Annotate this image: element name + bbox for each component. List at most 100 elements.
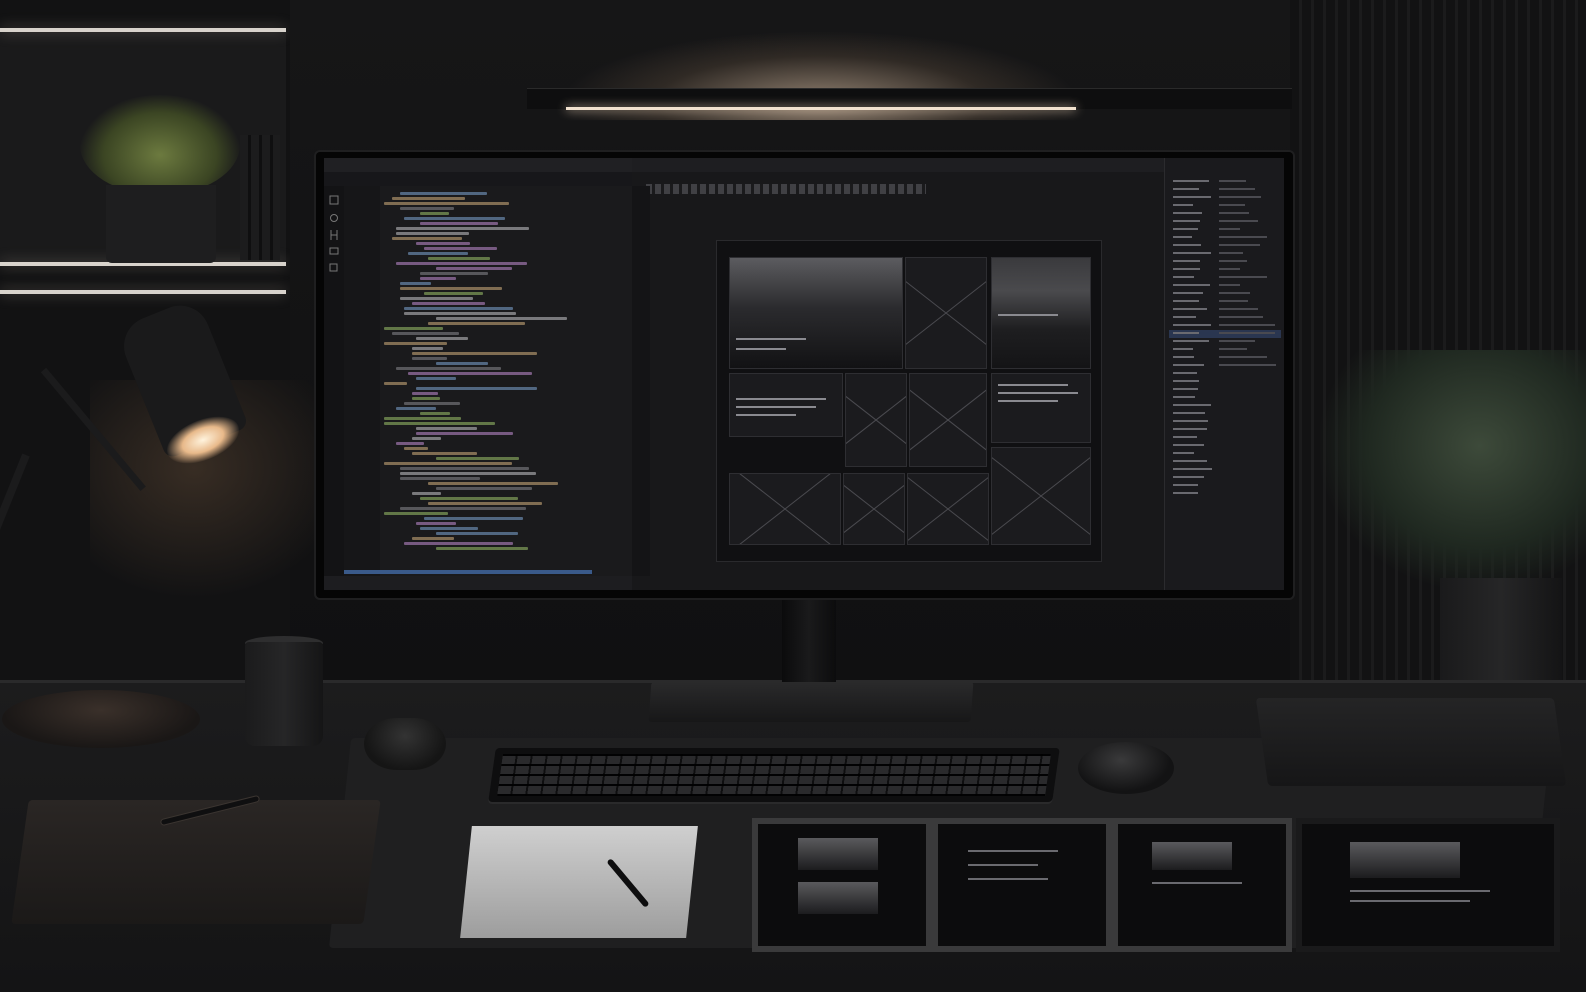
code-line	[428, 482, 558, 485]
activity-bar[interactable]	[324, 186, 344, 576]
code-editor-pane[interactable]	[324, 158, 633, 590]
inspector-value	[1219, 340, 1255, 342]
code-line	[384, 422, 495, 425]
code-line	[420, 277, 457, 280]
code-line	[416, 522, 457, 525]
inspector-row	[1173, 252, 1211, 254]
inspector-value	[1219, 228, 1241, 230]
shelf-plant	[80, 95, 240, 195]
inspector-row	[1173, 284, 1210, 286]
mug	[245, 642, 323, 746]
inspector-value	[1219, 268, 1241, 270]
shelf-books	[240, 135, 280, 260]
inspector-row	[1173, 188, 1199, 190]
tile-caption	[736, 348, 786, 350]
inspector-row	[1173, 244, 1202, 246]
shelf-light-top	[0, 28, 286, 32]
layout-canvas[interactable]	[716, 240, 1102, 562]
inspector-value	[1219, 244, 1261, 246]
code-line	[396, 442, 425, 445]
code-line	[412, 397, 440, 400]
code-line	[396, 227, 529, 230]
tile-placeholder[interactable]	[991, 447, 1091, 545]
code-line	[424, 292, 483, 295]
keyboard[interactable]	[488, 748, 1060, 802]
code-line	[428, 257, 491, 260]
monitor-stand-base	[648, 682, 974, 722]
inspector-pane[interactable]	[1164, 158, 1284, 590]
preview-tool-rail[interactable]	[632, 186, 650, 576]
code-line	[396, 232, 470, 235]
code-line	[392, 237, 463, 240]
inspector-value	[1219, 292, 1250, 294]
inspector-row	[1173, 372, 1198, 374]
code-line	[396, 407, 436, 410]
code-line	[404, 312, 516, 315]
inspector-row	[1173, 220, 1200, 222]
inspector-row	[1173, 276, 1194, 278]
code-line	[428, 322, 525, 325]
inspector-value	[1219, 324, 1276, 326]
tile-caption	[736, 338, 806, 340]
code-line	[384, 382, 407, 385]
inspector-value	[1219, 188, 1255, 190]
code-line	[384, 327, 443, 330]
inspector-row	[1173, 444, 1204, 446]
code-line	[416, 242, 470, 245]
code-line	[436, 457, 520, 460]
white-paper-sheet	[460, 826, 698, 938]
code-line	[436, 532, 518, 535]
inspector-row	[1173, 452, 1194, 454]
tile-placeholder[interactable]	[845, 373, 907, 467]
editor-titlebar	[324, 158, 632, 172]
inspector-row	[1173, 308, 1208, 310]
tile-mountain-photo[interactable]	[991, 257, 1091, 369]
tile-text-block[interactable]	[729, 373, 843, 437]
code-line	[404, 542, 513, 545]
code-area[interactable]	[384, 192, 624, 562]
tile-placeholder[interactable]	[907, 473, 989, 545]
inspector-row	[1173, 332, 1200, 334]
tile-text-block[interactable]	[991, 373, 1091, 443]
code-line	[416, 432, 513, 435]
design-preview-pane[interactable]	[632, 158, 1164, 590]
code-line	[436, 267, 513, 270]
inspector-value	[1219, 252, 1243, 254]
code-line	[416, 427, 477, 430]
code-line	[436, 317, 568, 320]
inspector-row	[1173, 492, 1199, 494]
inspector-row	[1173, 260, 1200, 262]
code-line	[420, 222, 499, 225]
inspector-value	[1219, 316, 1263, 318]
inspector-row	[1173, 484, 1199, 486]
activity-icons[interactable]	[324, 186, 344, 306]
inspector-row	[1173, 428, 1207, 430]
code-line	[412, 302, 485, 305]
preview-toolbar[interactable]	[646, 184, 926, 194]
code-line	[412, 492, 442, 495]
mouse[interactable]	[1078, 742, 1174, 794]
inspector-value	[1219, 284, 1241, 286]
code-line	[396, 262, 528, 265]
code-line	[436, 487, 533, 490]
editor-tab-bar[interactable]	[324, 172, 632, 186]
editor-status-highlight	[344, 570, 592, 574]
code-line	[392, 332, 460, 335]
code-line	[400, 467, 529, 470]
tablet	[1255, 698, 1567, 786]
inspector-row	[1173, 436, 1198, 438]
tile-placeholder[interactable]	[909, 373, 987, 467]
tile-placeholder[interactable]	[905, 257, 987, 369]
tile-hero-photo[interactable]	[729, 257, 903, 369]
tile-placeholder[interactable]	[729, 473, 841, 545]
code-line	[412, 357, 447, 360]
inspector-value	[1219, 204, 1246, 206]
inspector-value	[1219, 356, 1267, 358]
code-line	[416, 337, 468, 340]
keyboard-keys[interactable]	[497, 754, 1051, 796]
code-line	[412, 537, 455, 540]
lamp-base	[2, 690, 200, 748]
notebook	[11, 800, 381, 924]
code-line	[400, 207, 455, 210]
tile-placeholder[interactable]	[843, 473, 905, 545]
